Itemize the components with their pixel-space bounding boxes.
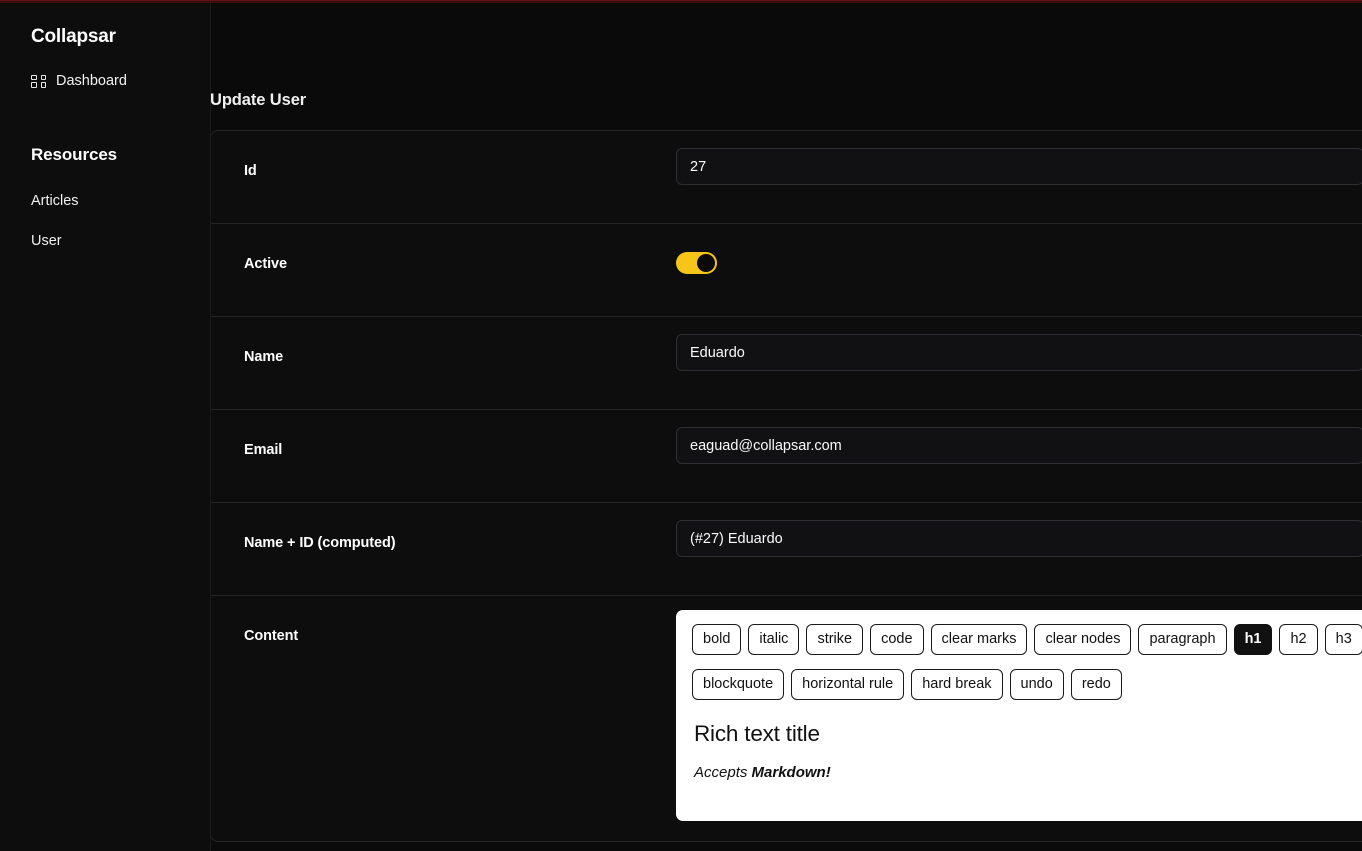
page-title: Update User <box>210 91 307 109</box>
editor-btn-blockquote[interactable]: blockquote <box>692 669 785 700</box>
editor-btn-h3[interactable]: h3 <box>1324 624 1362 655</box>
field-label-computed: Name + ID (computed) <box>244 535 396 551</box>
editor-toolbar-row-2: blockquote horizontal rule hard break undo r… <box>692 669 1362 700</box>
sidebar-item-dashboard[interactable]: Dashboard <box>0 66 210 96</box>
editor-btn-clear-marks[interactable]: clear marks <box>930 624 1028 655</box>
form-row-id: Id <box>211 131 1362 224</box>
active-toggle[interactable] <box>676 252 717 274</box>
field-label-name: Name <box>244 349 284 365</box>
active-toggle-knob <box>697 254 715 272</box>
field-cell-active <box>676 224 1362 294</box>
field-cell-id <box>676 131 1362 205</box>
editor-paragraph-bold: Markdown! <box>751 764 831 781</box>
editor-btn-redo[interactable]: redo <box>1070 669 1122 700</box>
form-row-name: Name <box>211 317 1362 410</box>
editor-btn-h1[interactable]: h1 <box>1233 624 1273 655</box>
field-cell-content: bold italic strike code clear marks clear nod… <box>676 596 1362 821</box>
email-input[interactable] <box>676 427 1362 464</box>
sidebar-item-dashboard-label: Dashboard <box>56 73 127 89</box>
brand-title: Collapsar <box>31 26 116 47</box>
form-row-content: Content bold italic strike code clear marks c… <box>211 596 1362 841</box>
form-row-active: Active <box>211 224 1362 317</box>
editor-paragraph-prefix: Accepts <box>694 764 752 781</box>
main-content: Update User Id Active Name <box>210 3 1362 851</box>
sidebar: Collapsar Dashboard Resources Articles U… <box>0 3 210 851</box>
app-root: Collapsar Dashboard Resources Articles U… <box>0 0 1362 851</box>
editor-btn-italic[interactable]: italic <box>748 624 800 655</box>
field-label-content: Content <box>244 628 299 644</box>
update-user-form: Id Active Name <box>210 130 1362 842</box>
sidebar-item-articles[interactable]: Articles <box>0 181 210 221</box>
editor-btn-code[interactable]: code <box>870 624 924 655</box>
editor-btn-undo[interactable]: undo <box>1009 669 1064 700</box>
field-label-active: Active <box>244 256 287 272</box>
field-label-email: Email <box>244 442 283 458</box>
field-label-id: Id <box>244 163 257 179</box>
editor-btn-bold[interactable]: bold <box>692 624 742 655</box>
sidebar-section-resources: Resources <box>31 145 118 164</box>
form-row-email: Email <box>211 410 1362 503</box>
rich-text-editor[interactable]: bold italic strike code clear marks clear nod… <box>676 610 1362 821</box>
editor-btn-paragraph[interactable]: paragraph <box>1138 624 1227 655</box>
editor-toolbar-row-1: bold italic strike code clear marks clear nod… <box>692 624 1362 655</box>
form-row-computed: Name + ID (computed) <box>211 503 1362 596</box>
top-accent-bar <box>0 0 1362 3</box>
id-input[interactable] <box>676 148 1362 185</box>
editor-paragraph: Accepts Markdown! <box>694 762 1362 784</box>
editor-btn-h2[interactable]: h2 <box>1279 624 1318 655</box>
editor-btn-strike[interactable]: strike <box>806 624 864 655</box>
grid-icon <box>31 74 46 89</box>
editor-btn-clear-nodes[interactable]: clear nodes <box>1034 624 1132 655</box>
computed-input[interactable] <box>676 520 1362 557</box>
editor-body[interactable]: Rich text title Accepts Markdown! <box>692 714 1362 784</box>
field-cell-name <box>676 317 1362 391</box>
name-input[interactable] <box>676 334 1362 371</box>
editor-btn-horizontal-rule[interactable]: horizontal rule <box>791 669 905 700</box>
field-cell-computed <box>676 503 1362 577</box>
sidebar-item-user[interactable]: User <box>0 221 210 261</box>
editor-heading: Rich text title <box>694 721 820 746</box>
editor-btn-hard-break[interactable]: hard break <box>911 669 1003 700</box>
field-cell-email <box>676 410 1362 484</box>
